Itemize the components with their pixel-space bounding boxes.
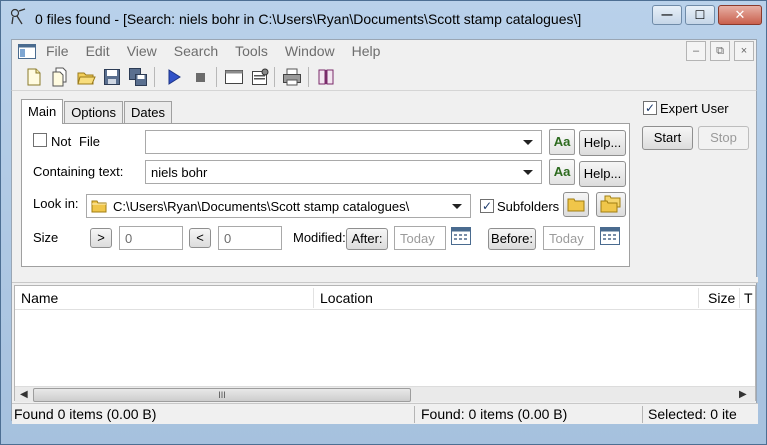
open-icon[interactable] [76, 67, 96, 87]
checkmark-icon: ✓ [481, 199, 493, 213]
results-list[interactable]: Name Location Size T ◀ III ▶ [14, 285, 756, 402]
after-date-field[interactable]: Today [394, 226, 446, 250]
size-min-field[interactable]: 0 [119, 226, 183, 250]
menu-help[interactable]: Help [352, 43, 381, 59]
expert-user-label: Expert User [660, 101, 729, 116]
menu-window[interactable]: Window [285, 43, 335, 59]
scrollbar-thumb[interactable]: III [33, 388, 411, 402]
menu-tools[interactable]: Tools [235, 43, 268, 59]
minimize-button[interactable]: — [652, 5, 682, 25]
stop-icon[interactable] [190, 67, 210, 87]
window-title: 0 files found - [Search: niels bohr in C… [35, 11, 582, 27]
start-button[interactable]: Start [642, 126, 693, 150]
subfolders-checkbox[interactable]: ✓ [480, 199, 494, 213]
save-as-icon[interactable] [128, 67, 148, 87]
column-location[interactable]: Location [320, 290, 373, 306]
print-icon[interactable] [282, 67, 302, 87]
mdi-close-button[interactable]: × [734, 41, 754, 61]
maximize-button[interactable]: ☐ [685, 5, 715, 25]
maximize-icon: ☐ [694, 8, 706, 22]
file-case-button[interactable]: Aa [549, 129, 575, 155]
browse-folder-button[interactable] [563, 192, 589, 217]
stop-button[interactable]: Stop [698, 126, 749, 150]
size-label: Size [33, 230, 59, 245]
properties-icon[interactable] [250, 67, 270, 87]
toolbar [11, 63, 757, 91]
multiple-folders-icon [600, 195, 621, 213]
modified-label: Modified: [293, 230, 346, 245]
new-window-icon[interactable] [50, 67, 70, 87]
window-icon[interactable] [224, 67, 244, 87]
tab-main[interactable]: Main [21, 99, 64, 124]
containing-text-value: niels bohr [151, 165, 208, 180]
column-size[interactable]: Size [708, 290, 735, 306]
chevron-down-icon[interactable] [523, 140, 533, 145]
containing-text-label: Containing text: [33, 164, 124, 179]
app-window: 0 files found - [Search: niels bohr in C… [0, 0, 767, 445]
scroll-right-icon[interactable]: ▶ [739, 389, 747, 400]
column-name[interactable]: Name [21, 290, 58, 306]
scroll-left-icon[interactable]: ◀ [20, 389, 28, 400]
file-label: File [79, 134, 100, 149]
expert-user-checkbox[interactable]: ✓ [643, 101, 657, 115]
save-icon[interactable] [102, 67, 122, 87]
status-found: Found 0 items (0.00 B) [14, 406, 157, 422]
text-help-button[interactable]: Help... [579, 161, 626, 187]
close-icon: ✕ [734, 7, 746, 22]
main-tab-panel: Not File Aa Help... Containing text: nie… [21, 123, 630, 267]
containing-text-combo[interactable]: niels bohr [145, 160, 542, 184]
after-button[interactable]: After: [346, 228, 388, 250]
pane-splitter[interactable] [12, 277, 758, 283]
file-help-button[interactable]: Help... [579, 130, 626, 156]
tab-dates[interactable]: Dates [124, 101, 172, 123]
help-book-icon[interactable] [316, 67, 336, 87]
folder-browse-icon [567, 198, 585, 212]
text-case-button[interactable]: Aa [549, 159, 575, 185]
calendar-icon[interactable] [451, 227, 471, 245]
close-button[interactable]: ✕ [718, 5, 762, 25]
not-label: Not [51, 134, 72, 149]
calendar-icon[interactable] [600, 227, 620, 245]
status-selected: Selected: 0 ite [648, 406, 737, 422]
menu-edit[interactable]: Edit [86, 43, 110, 59]
menu-view[interactable]: View [127, 43, 157, 59]
mdi-minimize-button[interactable]: – [686, 41, 706, 61]
chevron-down-icon[interactable] [452, 204, 462, 209]
document-icon[interactable] [18, 44, 36, 59]
folder-icon [91, 200, 107, 213]
status-bar: Found 0 items (0.00 B) Found: 0 items (0… [12, 403, 758, 424]
size-max-field[interactable]: 0 [218, 226, 282, 250]
menu-search[interactable]: Search [174, 43, 218, 59]
look-in-label: Look in: [33, 196, 79, 211]
before-button[interactable]: Before: [488, 228, 536, 250]
minimize-icon: — [661, 9, 673, 21]
menu-file[interactable]: File [46, 43, 69, 59]
tab-options[interactable]: Options [64, 101, 123, 123]
start-icon[interactable] [164, 67, 184, 87]
not-checkbox[interactable] [33, 133, 47, 147]
column-type[interactable]: T [744, 290, 753, 306]
menu-bar: File Edit View Search Tools Window Help … [11, 39, 757, 63]
title-bar: 0 files found - [Search: niels bohr in C… [1, 1, 766, 37]
new-search-icon[interactable] [24, 67, 44, 87]
search-form-area: Main Options Dates Not File Aa Help... C… [11, 91, 758, 424]
results-header: Name Location Size T [15, 286, 755, 310]
app-logo-icon [10, 8, 26, 25]
before-date-field[interactable]: Today [543, 226, 595, 250]
horizontal-scrollbar[interactable]: ◀ III ▶ [15, 386, 755, 402]
tab-strip: Main Options Dates [21, 99, 173, 124]
look-in-value: C:\Users\Ryan\Documents\Scott stamp cata… [113, 199, 410, 214]
mdi-restore-button[interactable]: ⧉ [710, 41, 730, 61]
status-found-count: Found: 0 items (0.00 B) [421, 406, 568, 422]
subfolders-label: Subfolders [497, 199, 560, 214]
look-in-combo[interactable]: C:\Users\Ryan\Documents\Scott stamp cata… [86, 194, 471, 218]
file-combo[interactable] [145, 130, 542, 154]
size-greater-button[interactable]: > [90, 228, 112, 248]
chevron-down-icon[interactable] [523, 170, 533, 175]
add-folders-button[interactable] [596, 192, 626, 217]
checkmark-icon: ✓ [644, 101, 656, 115]
size-less-button[interactable]: < [189, 228, 211, 248]
